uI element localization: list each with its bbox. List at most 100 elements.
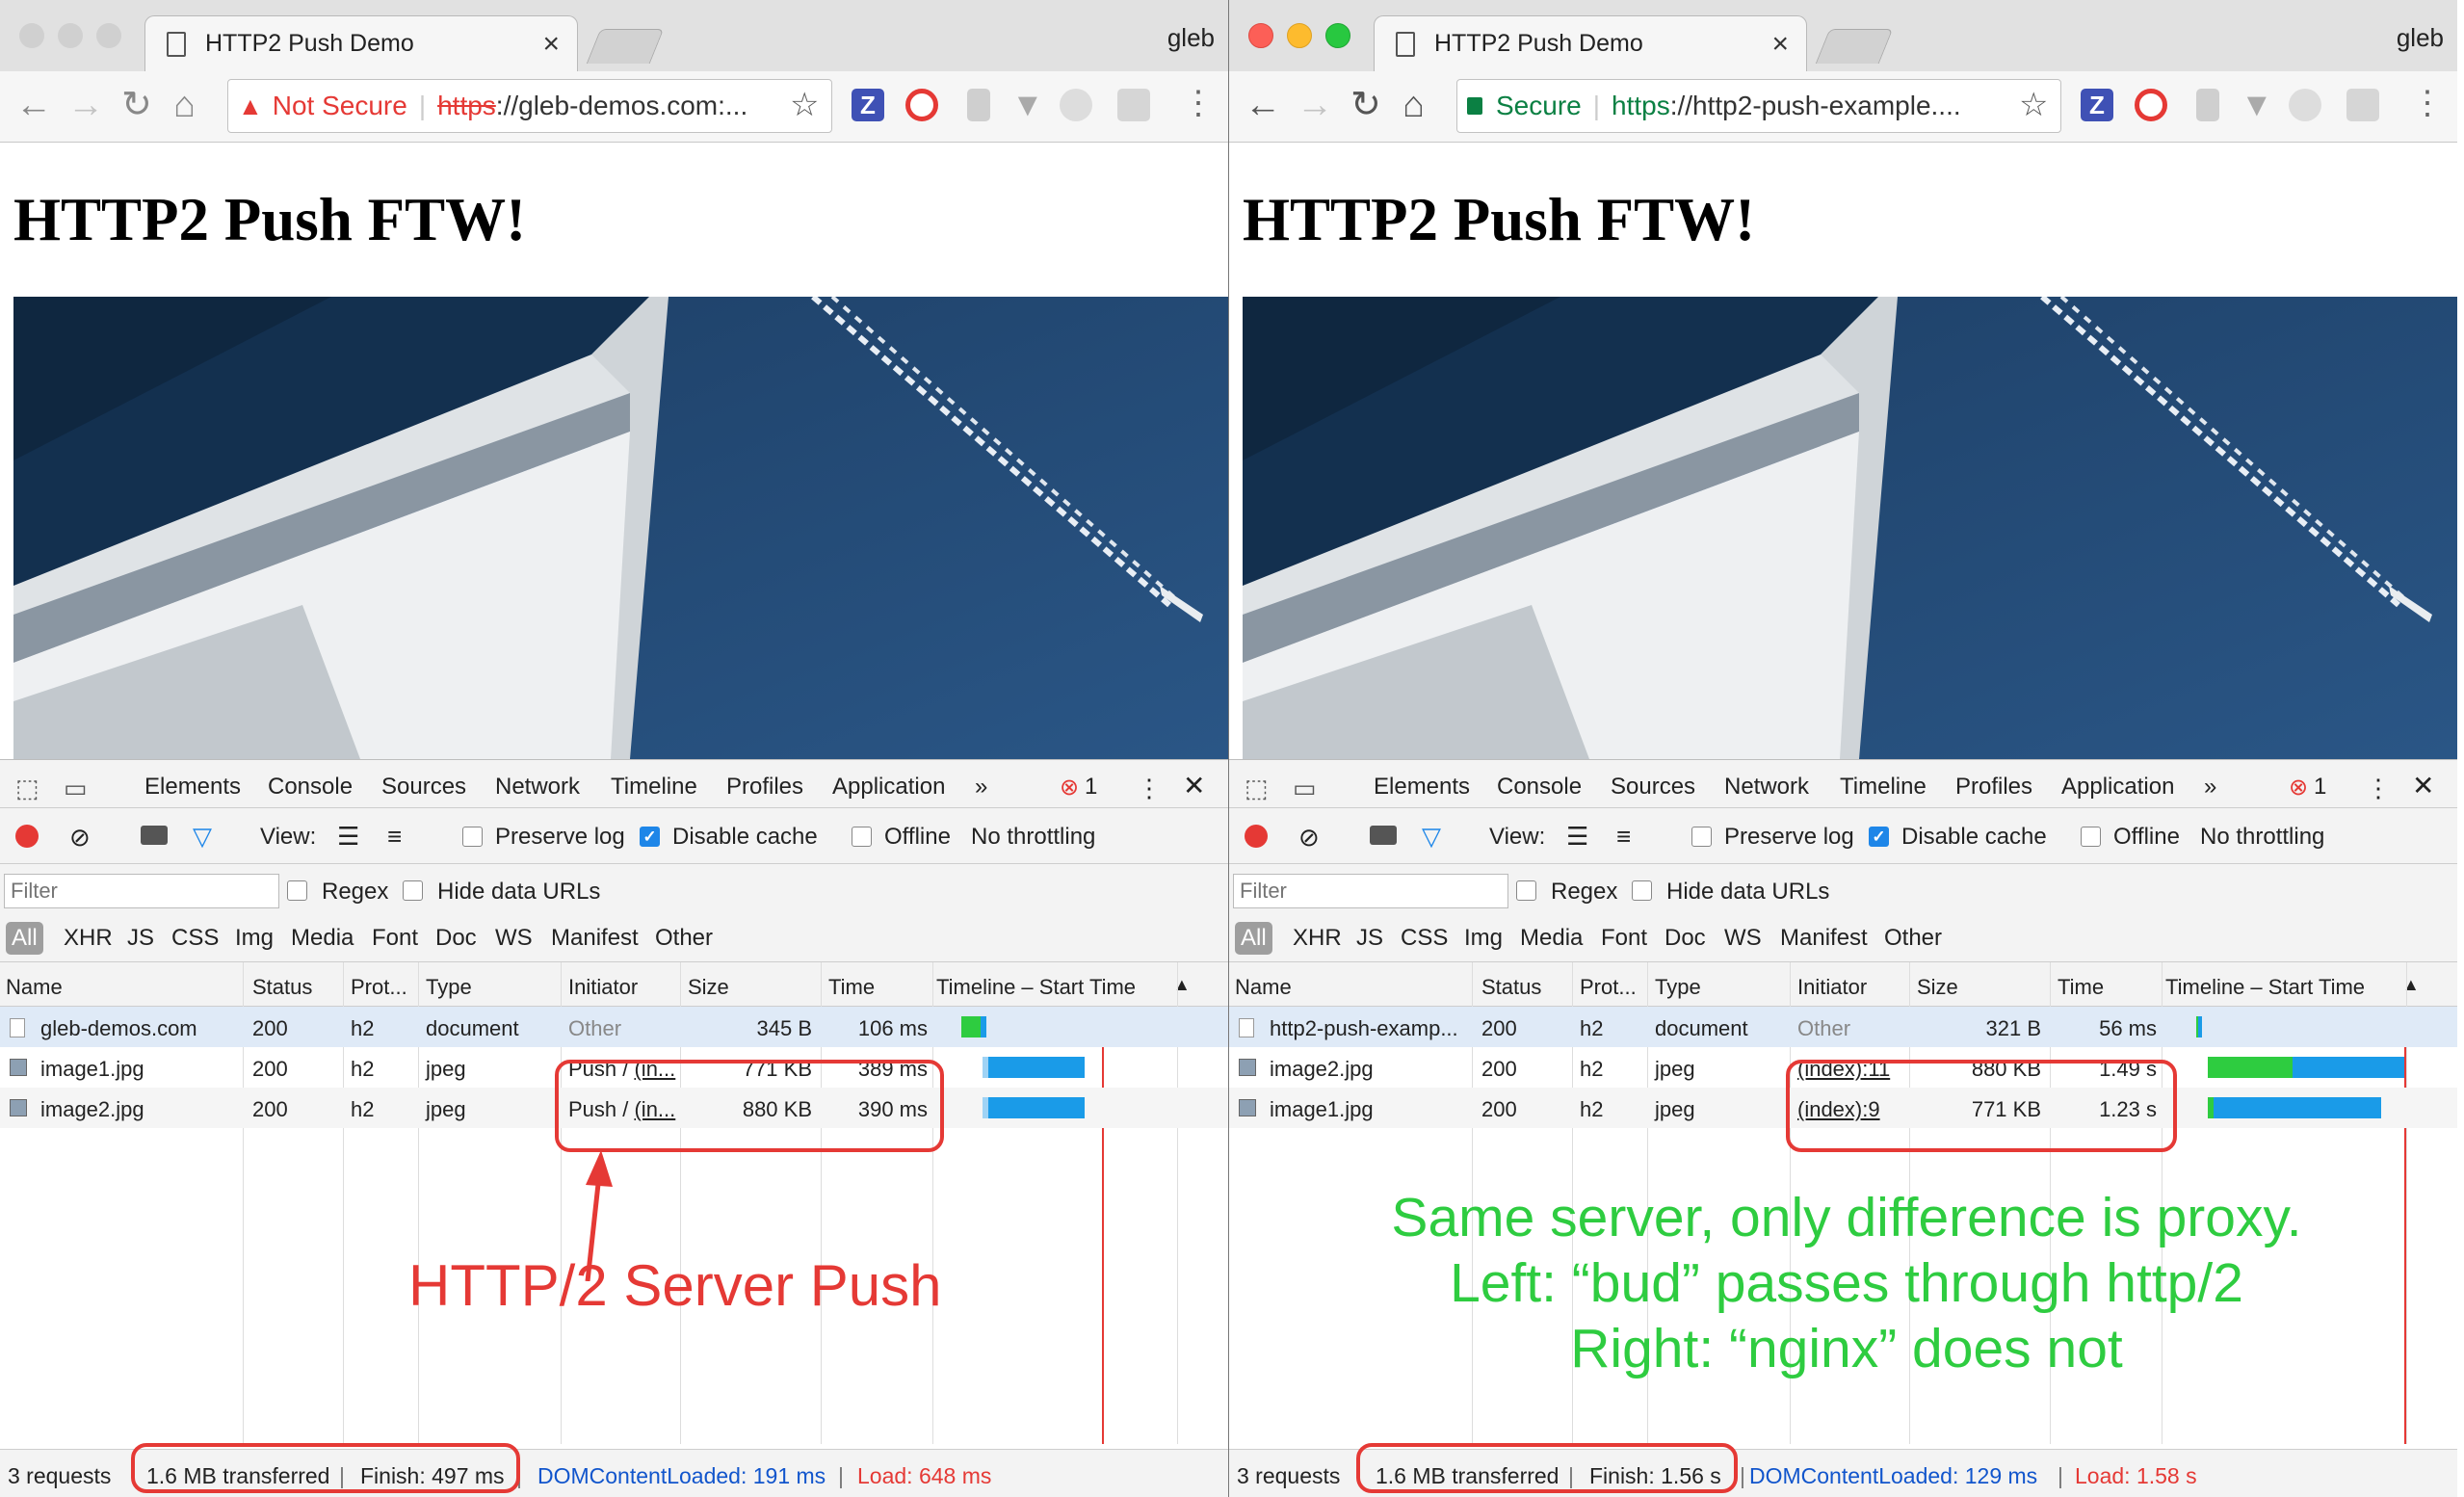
type-manifest[interactable]: Manifest [551,925,639,952]
column-initiator[interactable]: Initiator [568,975,638,1000]
column-size[interactable]: Size [1917,975,1958,1000]
type-other[interactable]: Other [655,925,713,952]
extension-icon-2[interactable] [2346,89,2379,121]
clear-icon[interactable]: ⊘ [1298,823,1320,853]
close-devtools-icon[interactable]: ✕ [2412,770,2434,801]
minimize-window-button[interactable] [1287,23,1312,48]
tab-elements[interactable]: Elements [144,774,241,801]
tab-timeline[interactable]: Timeline [1840,774,1927,801]
tab-application[interactable]: Application [2061,774,2174,801]
extension-icon-1[interactable] [967,89,990,121]
adblock-extension-icon[interactable] [905,89,938,121]
sort-ascending-icon[interactable]: ▲ [2402,975,2420,995]
preserve-log-checkbox[interactable] [1691,827,1712,847]
close-tab-icon[interactable]: × [542,28,560,61]
type-media[interactable]: Media [291,925,354,952]
throttling-select[interactable]: No throttling [2200,824,2324,851]
tab-timeline[interactable]: Timeline [611,774,697,801]
back-icon[interactable]: ← [15,83,52,127]
close-tab-icon[interactable]: × [1771,28,1789,61]
tab-profiles[interactable]: Profiles [726,774,803,801]
extension-icon-1[interactable] [2196,89,2219,121]
new-tab-button[interactable] [586,29,665,64]
column-type[interactable]: Type [1655,975,1701,1000]
table-row[interactable]: gleb-demos.com 200 h2 document Other 345… [0,1007,1228,1047]
overview-icon[interactable]: ≡ [387,822,402,852]
filter-icon[interactable]: ▽ [193,822,212,852]
disable-cache-checkbox[interactable]: ✓ [1869,827,1889,847]
type-other[interactable]: Other [1884,925,1942,952]
type-all[interactable]: All [6,922,43,955]
tab-console[interactable]: Console [268,774,353,801]
sort-ascending-icon[interactable]: ▲ [1173,975,1191,995]
tab-profiles[interactable]: Profiles [1955,774,2032,801]
filter-input[interactable] [1233,874,1508,908]
error-icon[interactable]: ⊗ [2289,774,2308,801]
skype-extension-icon[interactable] [2289,89,2321,121]
reload-icon[interactable]: ↻ [1350,83,1381,127]
column-name[interactable]: Name [1235,975,1292,1000]
column-protocol[interactable]: Prot... [1580,975,1637,1000]
tab-sources[interactable]: Sources [381,774,466,801]
type-xhr[interactable]: XHR [1293,925,1342,952]
table-row[interactable]: http2-push-examp... 200 h2 document Othe… [1229,1007,2457,1047]
forward-icon[interactable]: → [67,83,104,127]
home-icon[interactable]: ⌂ [173,83,196,127]
close-window-button[interactable] [1248,23,1273,48]
home-icon[interactable]: ⌂ [1402,83,1425,127]
clear-icon[interactable]: ⊘ [69,823,91,853]
type-manifest[interactable]: Manifest [1780,925,1868,952]
more-tabs-icon[interactable]: » [2204,774,2216,801]
column-time[interactable]: Time [828,975,875,1000]
record-icon[interactable] [1245,825,1268,848]
tab-console[interactable]: Console [1497,774,1582,801]
column-type[interactable]: Type [426,975,472,1000]
type-js[interactable]: JS [127,925,154,952]
tab-network[interactable]: Network [1724,774,1810,813]
error-icon[interactable]: ⊗ [1060,774,1079,801]
skype-extension-icon[interactable] [1060,89,1092,121]
more-tabs-icon[interactable]: » [975,774,987,801]
minimize-window-button[interactable] [58,23,83,48]
type-xhr[interactable]: XHR [64,925,113,952]
adblock-extension-icon[interactable] [2135,89,2167,121]
regex-checkbox[interactable] [1516,880,1536,901]
column-protocol[interactable]: Prot... [351,975,407,1000]
tab-network[interactable]: Network [495,774,581,813]
record-icon[interactable] [15,825,39,848]
type-css[interactable]: CSS [1401,925,1448,952]
zoom-window-button[interactable] [1325,23,1350,48]
type-all[interactable]: All [1235,922,1272,955]
column-timeline[interactable]: Timeline – Start Time [2165,975,2365,1000]
browser-tab[interactable]: HTTP2 Push Demo × [1374,15,1807,71]
type-media[interactable]: Media [1520,925,1583,952]
inspect-element-icon[interactable]: ⬚ [1245,774,1269,803]
column-size[interactable]: Size [688,975,729,1000]
forward-icon[interactable]: → [1297,83,1333,127]
type-doc[interactable]: Doc [435,925,477,952]
zoom-window-button[interactable] [96,23,121,48]
column-status[interactable]: Status [252,975,312,1000]
address-bar[interactable]: Secure | https ://http2-push-example.... [1456,79,2061,133]
type-doc[interactable]: Doc [1665,925,1706,952]
type-ws[interactable]: WS [1724,925,1762,952]
regex-checkbox[interactable] [287,880,307,901]
close-devtools-icon[interactable]: ✕ [1183,770,1205,801]
device-toolbar-icon[interactable]: ▭ [64,774,88,803]
tab-application[interactable]: Application [832,774,945,801]
throttling-select[interactable]: No throttling [971,824,1095,851]
type-img[interactable]: Img [235,925,274,952]
offline-checkbox[interactable] [2081,827,2101,847]
disable-cache-checkbox[interactable]: ✓ [640,827,660,847]
bookmark-star-icon[interactable]: ☆ [790,83,819,127]
zotero-extension-icon[interactable]: Z [2081,89,2113,121]
zotero-extension-icon[interactable]: Z [852,89,884,121]
tab-elements[interactable]: Elements [1374,774,1470,801]
back-icon[interactable]: ← [1245,83,1281,127]
tab-sources[interactable]: Sources [1611,774,1695,801]
browser-menu-icon[interactable]: ⋮ [2411,87,2444,119]
device-toolbar-icon[interactable]: ▭ [1293,774,1317,803]
type-font[interactable]: Font [1601,925,1647,952]
screenshot-camera-icon[interactable] [141,826,168,845]
hide-data-urls-checkbox[interactable] [403,880,423,901]
